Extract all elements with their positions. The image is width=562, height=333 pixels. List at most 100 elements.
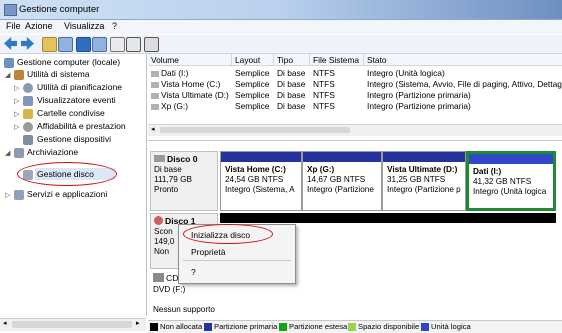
expand-arrow-icon[interactable]: ▷ bbox=[14, 84, 19, 92]
computer-icon bbox=[4, 58, 14, 68]
clock-icon bbox=[23, 83, 33, 93]
partition-text: Dati (I:) 41,32 GB NTFS Integro (Unità l… bbox=[473, 167, 546, 197]
legend-label: Spazio disponibile bbox=[358, 322, 420, 331]
back-arrow-icon[interactable] bbox=[4, 37, 17, 50]
menu-bar: File Azione Visualizza ? bbox=[0, 20, 562, 34]
table-cell-layout: Semplice bbox=[235, 79, 270, 89]
computer-management-icon bbox=[4, 4, 17, 16]
shared-folder-icon bbox=[23, 109, 33, 119]
properties-icon[interactable] bbox=[92, 37, 107, 52]
highlight-oval bbox=[183, 224, 273, 244]
table-cell-volume[interactable]: Dati (I:) bbox=[161, 68, 231, 78]
cdrom-no-media: Nessun supporto bbox=[153, 305, 215, 314]
device-manager-icon bbox=[23, 135, 33, 145]
tree-services[interactable]: Servizi e applicazioni bbox=[27, 189, 107, 199]
tree-shared-folders[interactable]: Cartelle condivise bbox=[37, 108, 105, 118]
expand-arrow-icon[interactable]: ▷ bbox=[14, 97, 19, 105]
disk-icon bbox=[154, 155, 165, 162]
partition-state: Integro (Partizione p bbox=[387, 185, 461, 194]
performance-icon bbox=[23, 122, 33, 132]
disk1-size: 149,0 bbox=[154, 237, 175, 246]
partition-size: 31,25 GB NTFS bbox=[387, 175, 446, 184]
partition-size: 24,54 GB NTFS bbox=[225, 175, 284, 184]
export-icon[interactable] bbox=[144, 37, 159, 52]
tree-device-manager[interactable]: Gestione dispositivi bbox=[37, 134, 111, 144]
storage-icon bbox=[14, 148, 24, 158]
column-header-tipo[interactable]: Tipo bbox=[274, 54, 310, 66]
table-cell-volume[interactable]: Vista Ultimate (D:) bbox=[161, 90, 233, 100]
volume-icon bbox=[151, 93, 159, 99]
collapse-arrow-icon[interactable]: ◢ bbox=[5, 71, 10, 79]
up-folder-icon[interactable] bbox=[42, 37, 57, 52]
help-icon[interactable] bbox=[76, 37, 91, 52]
scroll-left-icon[interactable]: ◂ bbox=[151, 125, 155, 133]
menu-azione[interactable]: Azione bbox=[25, 21, 53, 31]
partition-dati[interactable]: Dati (I:) 41,32 GB NTFS Integro (Unità l… bbox=[466, 151, 556, 211]
partition-state: Integro (Unità logica bbox=[473, 187, 547, 196]
legend-bar: Non allocata Partizione primaria Partizi… bbox=[148, 320, 562, 333]
column-header-layout[interactable]: Layout bbox=[232, 54, 274, 66]
partition-xp[interactable]: Xp (G:) 14,67 GB NTFS Integro (Partizion… bbox=[302, 151, 382, 211]
disk1-init: Non bbox=[154, 247, 170, 256]
legend-swatch-logical bbox=[421, 323, 429, 331]
table-cell-tipo: Di base bbox=[277, 90, 306, 100]
partition-state: Integro (Sistema, A bbox=[225, 185, 295, 194]
table-cell-fs: NTFS bbox=[313, 101, 335, 111]
title-bar: Gestione computer bbox=[0, 0, 562, 20]
table-cell-volume[interactable]: Vista Home (C:) bbox=[161, 79, 233, 89]
legend-swatch-unallocated bbox=[150, 323, 158, 331]
table-cell-tipo: Di base bbox=[277, 79, 306, 89]
table-horizontal-scrollbar[interactable]: ◂ bbox=[148, 124, 562, 136]
menu-help[interactable]: ? bbox=[112, 21, 117, 31]
scroll-right-icon[interactable]: ▸ bbox=[136, 319, 140, 327]
forward-arrow-icon[interactable] bbox=[21, 37, 34, 50]
tree-root[interactable]: Gestione computer (locale) bbox=[17, 57, 120, 67]
scroll-thumb[interactable] bbox=[160, 127, 350, 133]
column-header-file-system[interactable]: File Sistema bbox=[310, 54, 364, 66]
menu-item-help[interactable]: ? bbox=[191, 267, 196, 277]
volume-icon bbox=[151, 82, 159, 88]
settings-icon[interactable] bbox=[126, 37, 141, 52]
table-cell-layout: Semplice bbox=[235, 90, 270, 100]
expand-arrow-icon[interactable]: ▷ bbox=[14, 110, 19, 118]
legend-label: Unità logica bbox=[431, 322, 471, 331]
tree-storage[interactable]: Archiviazione bbox=[27, 147, 78, 157]
tools-icon bbox=[14, 70, 24, 80]
legend-swatch-extended bbox=[279, 323, 287, 331]
table-cell-fs: NTFS bbox=[313, 90, 335, 100]
partition-vista-ultimate[interactable]: Vista Ultimate (D:) 31,25 GB NTFS Integr… bbox=[382, 151, 466, 211]
legend-swatch-primary bbox=[204, 323, 212, 331]
column-header-stato[interactable]: Stato bbox=[364, 54, 562, 66]
tree-horizontal-scrollbar[interactable]: ◂ ▸ bbox=[0, 318, 146, 331]
volume-icon bbox=[151, 71, 159, 77]
menu-item-proprieta[interactable]: Proprietà bbox=[191, 247, 226, 257]
expand-arrow-icon[interactable]: ▷ bbox=[14, 123, 19, 131]
disk0-label[interactable]: Disco 0 Di base 111,79 GB Pronto bbox=[150, 151, 218, 211]
tree-reliability[interactable]: Affidabilità e prestazion bbox=[37, 121, 126, 131]
tree-event-viewer[interactable]: Visualizzatore eventi bbox=[37, 95, 116, 105]
table-cell-stato: Integro (Partizione primaria) bbox=[367, 101, 471, 111]
logical-drive-band bbox=[469, 154, 553, 164]
collapse-arrow-icon[interactable]: ◢ bbox=[5, 149, 10, 157]
tree-system-tools[interactable]: Utilità di sistema bbox=[27, 69, 90, 79]
scroll-thumb[interactable] bbox=[12, 321, 132, 328]
scroll-left-icon[interactable]: ◂ bbox=[3, 319, 7, 327]
disk0-size: 111,79 GB bbox=[154, 175, 192, 184]
table-cell-tipo: Di base bbox=[277, 68, 306, 78]
partition-text: Vista Home (C:) 24,54 GB NTFS Integro (S… bbox=[225, 165, 295, 195]
tree-scheduler[interactable]: Utilità di pianificazione bbox=[37, 82, 122, 92]
expand-arrow-icon[interactable]: ▷ bbox=[5, 191, 10, 199]
partition-vista-home[interactable]: Vista Home (C:) 24,54 GB NTFS Integro (S… bbox=[220, 151, 302, 211]
legend-label: Partizione estesa bbox=[289, 322, 348, 331]
menu-visualizza[interactable]: Visualizza bbox=[64, 21, 104, 31]
show-hide-tree-icon[interactable] bbox=[58, 37, 73, 52]
menu-file[interactable]: File bbox=[6, 21, 21, 31]
partition-name: Xp (G:) bbox=[307, 165, 335, 174]
warning-disk-icon bbox=[154, 216, 163, 225]
table-cell-volume[interactable]: Xp (G:) bbox=[161, 101, 233, 111]
window-title: Gestione computer bbox=[19, 4, 100, 15]
event-viewer-icon bbox=[23, 96, 33, 106]
legend-swatch-free bbox=[348, 323, 356, 331]
column-header-volume[interactable]: Volume bbox=[148, 54, 232, 66]
refresh-icon[interactable] bbox=[110, 37, 125, 52]
